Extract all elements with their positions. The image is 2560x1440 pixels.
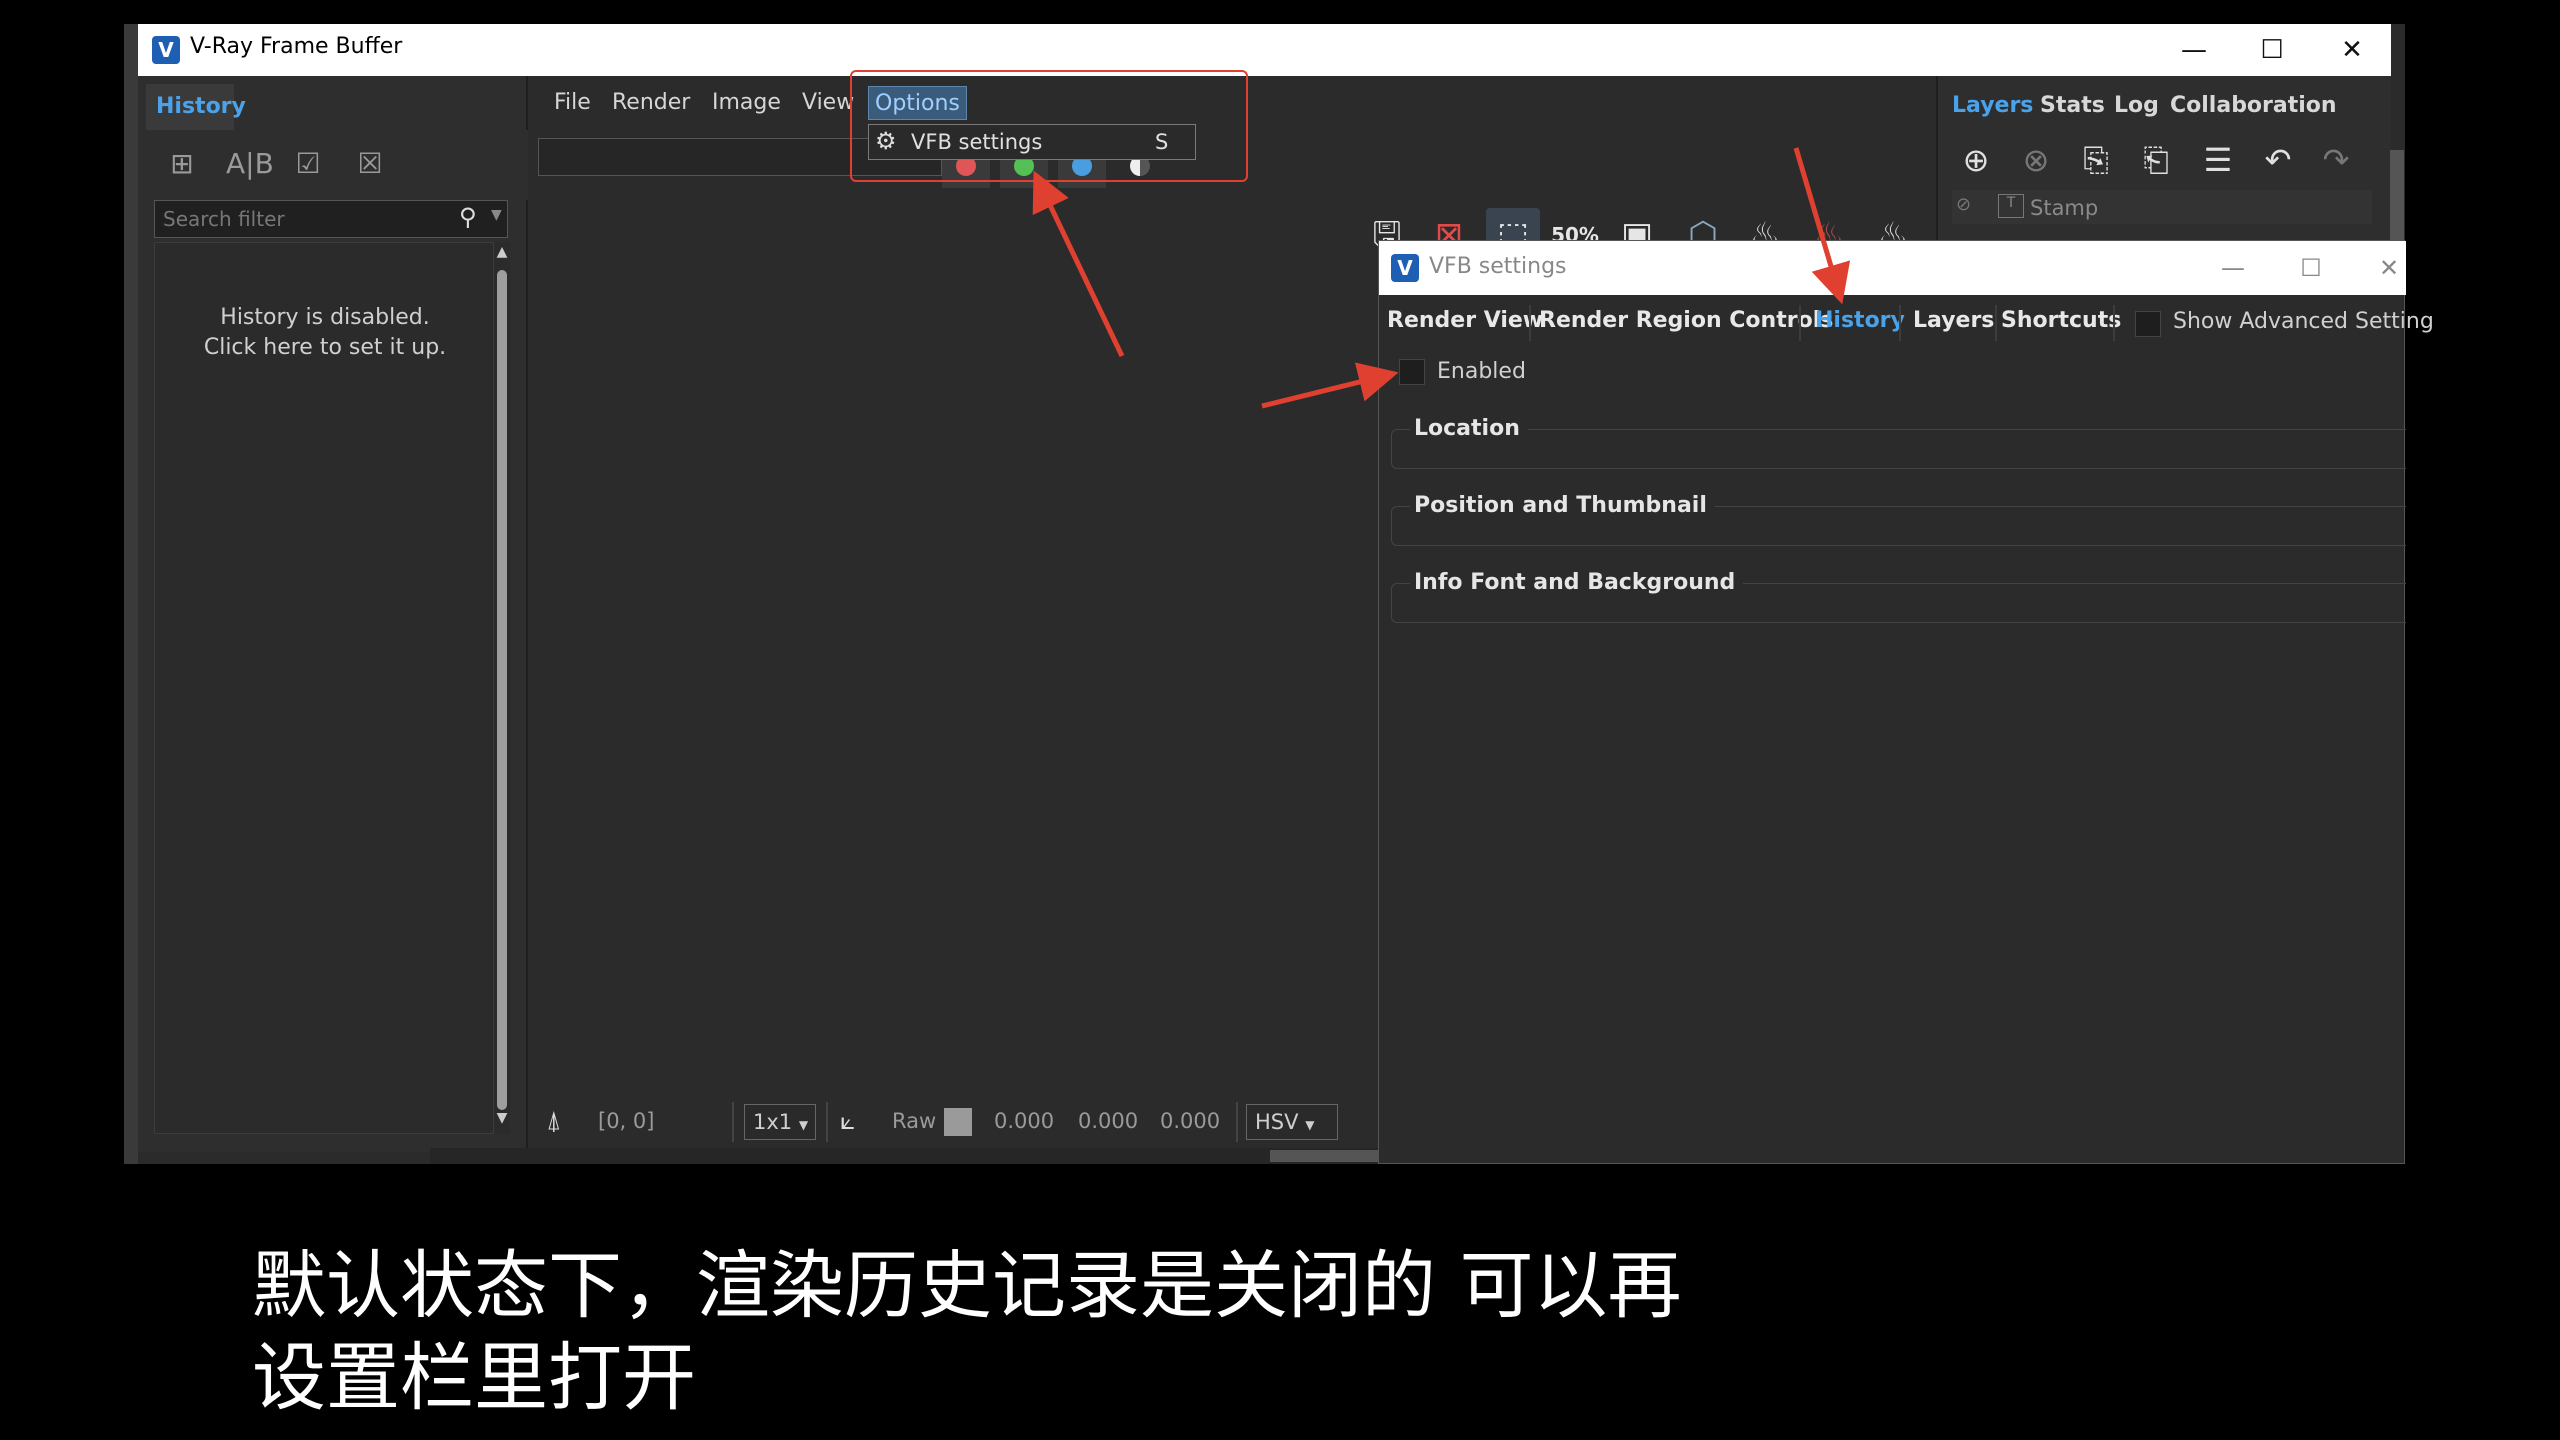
vray-logo-icon: V: [152, 36, 180, 64]
vfb-settings-dialog: V VFB settings — ☐ ✕ Render View Render …: [1378, 240, 2434, 1164]
tab-log[interactable]: Log: [2114, 86, 2159, 126]
divider: [1995, 305, 1997, 341]
color-picker-icon[interactable]: ⟀: [840, 1106, 856, 1136]
divider: [1799, 305, 1801, 341]
chevron-down-icon[interactable]: ▼: [491, 207, 502, 223]
visibility-icon[interactable]: ⊘: [1956, 194, 1971, 215]
subtitle-line2: 设置栏里打开: [252, 1335, 696, 1421]
advanced-settings-checkbox[interactable]: [2135, 311, 2161, 337]
menu-file[interactable]: File: [554, 86, 591, 120]
color-mode-label: Raw: [892, 1109, 937, 1133]
divider: [826, 1102, 828, 1142]
layer-list-icon[interactable]: ☰: [2194, 136, 2242, 184]
vray-logo-icon: V: [1391, 254, 1419, 282]
window-title: V-Ray Frame Buffer: [190, 34, 403, 59]
color-swatch: [944, 1108, 972, 1136]
tab-history[interactable]: History: [146, 84, 246, 130]
group-location[interactable]: Location: [1391, 416, 2406, 469]
settings-titlebar: V VFB settings — ☐ ✕: [1379, 241, 2406, 295]
history-message-line1: History is disabled.: [220, 305, 430, 330]
maximize-button[interactable]: ☐: [2281, 249, 2341, 287]
layer-label: Stamp: [2030, 196, 2099, 220]
vfb-titlebar: V V-Ray Frame Buffer — ☐ ✕: [138, 24, 2391, 76]
value-r: 0.000: [994, 1109, 1055, 1133]
enabled-label: Enabled: [1437, 359, 1526, 384]
load-layers-icon[interactable]: ⎗: [2132, 136, 2180, 184]
chevron-down-icon: ▼: [1305, 1118, 1315, 1132]
color-space-value: HSV: [1255, 1110, 1299, 1134]
layers-scrollbar[interactable]: [2390, 150, 2404, 250]
tab-layers[interactable]: Layers: [1952, 86, 2033, 126]
subtitle-line1: 默认状态下，渲染历史记录是关闭的 可以再: [252, 1243, 1682, 1329]
history-delete-icon[interactable]: ☒: [350, 144, 390, 184]
save-layers-icon[interactable]: ⎘: [2072, 136, 2120, 184]
ab-compare-icon[interactable]: A|B: [226, 144, 274, 184]
layer-row[interactable]: ⊘ T Stamp: [1952, 190, 2372, 224]
history-panel: History ⊞ A|B ☑ ☒ ⚲ ▼ History is disable…: [138, 76, 528, 1152]
status-bar: ⍋ [0, 0] 1x1 ▼ ⟀ Raw 0.000 0.000 0.000 H…: [530, 1096, 1380, 1148]
close-button[interactable]: ✕: [2359, 249, 2419, 287]
divider: [2113, 305, 2115, 341]
tab-render-region-controls[interactable]: Render Region Controls: [1539, 301, 1833, 341]
sampler-select[interactable]: 1x1 ▼: [744, 1104, 816, 1140]
horizontal-scrollbar[interactable]: [430, 1148, 1380, 1164]
divider: [1529, 305, 1531, 341]
history-add-icon[interactable]: ⊞: [162, 144, 202, 184]
history-toolbar: ⊞ A|B ☑ ☒: [138, 130, 528, 200]
sampler-value: 1x1: [753, 1110, 793, 1134]
annotation-highlight-box: [850, 70, 1248, 182]
pixel-coords: [0, 0]: [598, 1109, 655, 1133]
add-layer-icon[interactable]: ⊕: [1952, 136, 2000, 184]
scroll-thumb[interactable]: [1270, 1150, 1380, 1162]
history-load-icon[interactable]: ☑: [288, 144, 328, 184]
tab-layers-settings[interactable]: Layers: [1913, 301, 1994, 341]
color-space-select[interactable]: HSV ▼: [1246, 1104, 1338, 1140]
delete-layer-icon[interactable]: ⊗: [2012, 136, 2060, 184]
history-message-line2: Click here to set it up.: [203, 335, 447, 360]
undo-icon[interactable]: ↶: [2254, 136, 2302, 184]
group-label: Position and Thumbnail: [1410, 493, 1715, 518]
group-label: Location: [1410, 416, 1528, 441]
group-label: Info Font and Background: [1410, 570, 1744, 595]
menu-image[interactable]: Image: [712, 86, 781, 120]
scroll-up-icon[interactable]: ▲: [494, 244, 510, 266]
maximize-button[interactable]: ☐: [2242, 30, 2302, 70]
tab-history-settings[interactable]: History: [1815, 301, 1905, 341]
video-subtitle: 默认状态下，渲染历史记录是关闭的 可以再 设置栏里打开: [252, 1240, 1952, 1424]
history-disabled-message[interactable]: History is disabled. Click here to set i…: [155, 303, 495, 363]
history-list[interactable]: History is disabled. Click here to set i…: [154, 242, 494, 1134]
lock-pixel-icon[interactable]: ⍋: [546, 1106, 562, 1136]
search-icon[interactable]: ⚲: [459, 203, 477, 231]
tab-collaboration[interactable]: Collaboration: [2170, 86, 2337, 126]
minimize-button[interactable]: —: [2203, 249, 2263, 287]
history-scrollbar[interactable]: ▲ ▼: [494, 242, 510, 1134]
background-window-strip: [124, 24, 138, 1164]
scroll-thumb[interactable]: [497, 270, 507, 1110]
divider: [1899, 305, 1901, 341]
value-b: 0.000: [1160, 1109, 1221, 1133]
search-input[interactable]: [163, 205, 443, 233]
value-g: 0.000: [1078, 1109, 1139, 1133]
search-filter-box: ⚲ ▼: [154, 200, 508, 238]
divider: [1236, 1102, 1238, 1142]
divider: [732, 1102, 734, 1142]
menu-render[interactable]: Render: [612, 86, 690, 120]
menu-view[interactable]: View: [802, 86, 854, 120]
tab-shortcuts[interactable]: Shortcuts: [2001, 301, 2121, 341]
chevron-down-icon: ▼: [798, 1118, 809, 1132]
redo-icon[interactable]: ↷: [2312, 136, 2360, 184]
enabled-checkbox[interactable]: [1399, 359, 1425, 385]
scroll-down-icon[interactable]: ▼: [494, 1110, 510, 1132]
settings-title: VFB settings: [1429, 254, 1567, 279]
group-info-font-background[interactable]: Info Font and Background: [1391, 570, 2406, 623]
stamp-layer-icon: T: [1998, 194, 2024, 218]
tab-render-view[interactable]: Render View: [1387, 301, 1543, 341]
tab-stats[interactable]: Stats: [2040, 86, 2105, 126]
close-button[interactable]: ✕: [2322, 30, 2382, 70]
minimize-button[interactable]: —: [2164, 30, 2224, 70]
group-position-thumbnail[interactable]: Position and Thumbnail: [1391, 493, 2406, 546]
advanced-settings-label: Show Advanced Setting: [2173, 309, 2434, 334]
